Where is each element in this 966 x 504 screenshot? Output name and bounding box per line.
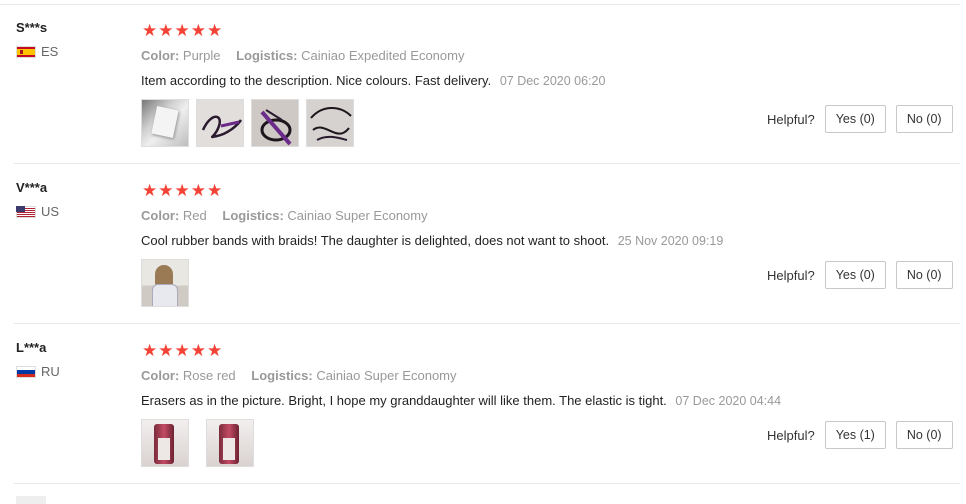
reviewer-country: ES: [16, 44, 58, 59]
logistics-label: Logistics:: [236, 48, 298, 63]
helpful-voting: Helpful? Yes (1) No (0): [767, 421, 953, 449]
reviewer-country: RU: [16, 364, 60, 379]
review-comment: Erasers as in the picture. Bright, I hop…: [141, 393, 781, 408]
color-value: Red: [182, 208, 207, 223]
review-photo-thumbnail[interactable]: [141, 99, 189, 147]
reviewer-country: US: [16, 204, 59, 219]
review-date: 25 Nov 2020 09:19: [617, 234, 724, 248]
reviewer-name: S***s: [16, 20, 48, 35]
review-photo-thumbnail[interactable]: [206, 419, 254, 467]
order-attributes: Color: Rose red Logistics: Cainiao Super…: [141, 368, 457, 383]
review-date: 07 Dec 2020 06:20: [499, 74, 606, 88]
review-item: V***a US ★★★★★ Color: Red Logistics: Cai…: [0, 164, 966, 324]
cord-image: [201, 115, 243, 139]
order-attributes: Color: Purple Logistics: Cainiao Expedit…: [141, 48, 464, 63]
review-item: L***a RU ★★★★★ Color: Rose red Logistics…: [0, 324, 966, 484]
review-date: 07 Dec 2020 04:44: [675, 394, 782, 408]
logistics-label: Logistics:: [222, 208, 284, 223]
star-rating: ★★★★★: [142, 21, 224, 40]
review-item: S***s ES ★★★★★ Color: Purple Logistics: …: [0, 4, 966, 164]
helpful-no-button[interactable]: No (0): [895, 261, 953, 289]
helpful-voting: Helpful? Yes (0) No (0): [767, 261, 953, 289]
review-text: Erasers as in the picture. Bright, I hop…: [141, 393, 667, 408]
russia-flag-icon: [16, 365, 36, 378]
color-label: Color:: [141, 48, 180, 63]
review-divider: [14, 483, 960, 484]
logistics-label: Logistics:: [251, 368, 313, 383]
reviewer-name: L***a: [16, 340, 47, 355]
reviewer-name: V***a: [16, 180, 48, 195]
review-photo-thumbnail[interactable]: [196, 99, 244, 147]
logistics-value: Cainiao Super Economy: [316, 368, 457, 383]
helpful-voting: Helpful? Yes (0) No (0): [767, 105, 953, 133]
spain-flag-icon: [16, 45, 36, 58]
color-label: Color:: [141, 208, 180, 223]
review-text: Item according to the description. Nice …: [141, 73, 492, 88]
country-code: ES: [41, 44, 59, 59]
helpful-yes-button[interactable]: Yes (0): [824, 261, 886, 289]
helpful-yes-button[interactable]: Yes (0): [824, 105, 886, 133]
country-code: US: [41, 204, 60, 219]
logistics-value: Cainiao Expedited Economy: [301, 48, 465, 63]
color-value: Purple: [182, 48, 221, 63]
star-rating: ★★★★★: [142, 181, 224, 200]
review-comment: Item according to the description. Nice …: [141, 73, 605, 88]
helpful-label: Helpful?: [767, 267, 815, 283]
color-value: Rose red: [182, 368, 236, 383]
review-comment: Cool rubber bands with braids! The daugh…: [141, 233, 723, 248]
cord-loops-image: [310, 107, 352, 141]
order-attributes: Color: Red Logistics: Cainiao Super Econ…: [141, 208, 428, 223]
review-photo-thumbnail[interactable]: [141, 419, 189, 467]
review-photos: [141, 259, 189, 307]
country-code: RU: [41, 364, 60, 379]
logistics-value: Cainiao Super Economy: [287, 208, 428, 223]
usa-flag-icon: [16, 205, 36, 218]
helpful-no-button[interactable]: No (0): [895, 105, 953, 133]
review-photo-thumbnail[interactable]: [306, 99, 354, 147]
review-photo-thumbnail[interactable]: [251, 99, 299, 147]
review-photos: [141, 99, 354, 147]
color-label: Color:: [141, 368, 180, 383]
helpful-yes-button[interactable]: Yes (1): [824, 421, 886, 449]
review-photos: [141, 419, 254, 467]
review-text: Cool rubber bands with braids! The daugh…: [141, 233, 610, 248]
review-photo-thumbnail[interactable]: [141, 259, 189, 307]
helpful-label: Helpful?: [767, 427, 815, 443]
cord-knot-image: [260, 109, 292, 146]
reviewer-name-placeholder: [16, 496, 46, 504]
helpful-no-button[interactable]: No (0): [895, 421, 953, 449]
helpful-label: Helpful?: [767, 111, 815, 127]
star-rating: ★★★★★: [142, 341, 224, 360]
